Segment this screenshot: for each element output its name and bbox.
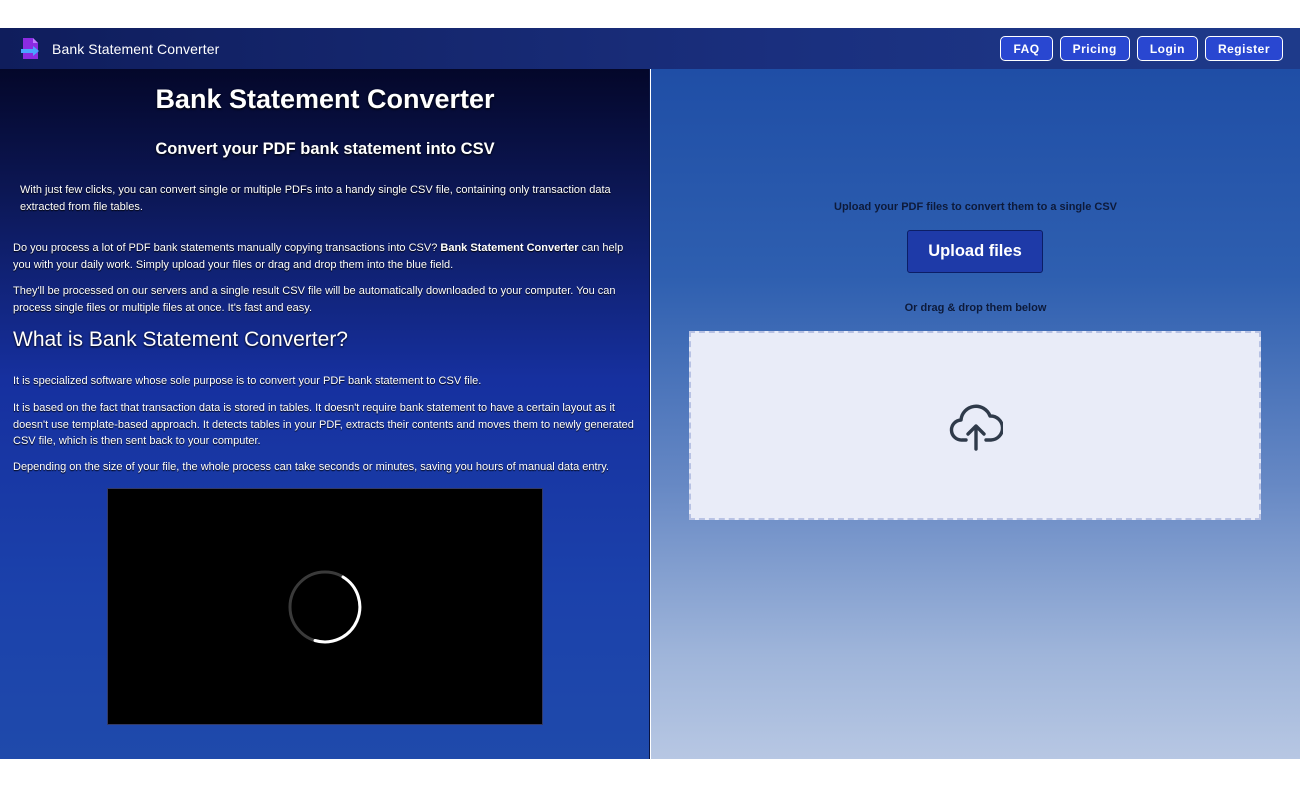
paragraph-duration: Depending on the size of your file, the …: [13, 461, 609, 473]
page-subtitle: Convert your PDF bank statement into CSV: [155, 140, 495, 158]
cloud-upload-icon: [949, 400, 1005, 454]
login-button[interactable]: Login: [1136, 36, 1198, 61]
register-button[interactable]: Register: [1204, 36, 1283, 61]
video-player[interactable]: [107, 488, 543, 725]
upload-caption: Upload your PDF files to convert them to…: [834, 201, 1117, 213]
page-title: Bank Statement Converter: [155, 84, 495, 114]
section-heading-what-is: What is Bank Statement Converter?: [13, 328, 348, 351]
faq-button[interactable]: FAQ: [1000, 36, 1053, 61]
upload-files-button[interactable]: Upload files: [907, 230, 1043, 273]
drag-drop-caption: Or drag & drop them below: [904, 302, 1047, 314]
paragraph-specialized: It is specialized software whose sole pu…: [13, 375, 482, 387]
document-arrow-icon: [21, 37, 40, 61]
upload-panel: Upload your PDF files to convert them to…: [651, 69, 1300, 759]
loading-spinner-icon: [288, 570, 362, 644]
paragraph-process: Do you process a lot of PDF bank stateme…: [13, 240, 638, 273]
paragraph-tables: It is based on the fact that transaction…: [13, 402, 634, 447]
brand[interactable]: Bank Statement Converter: [21, 37, 219, 61]
page-bottom-margin: [0, 759, 1300, 788]
brand-title: Bank Statement Converter: [52, 40, 220, 57]
top-navbar: Bank Statement Converter FAQ Pricing Log…: [0, 28, 1300, 69]
nav-buttons: FAQ Pricing Login Register: [1000, 36, 1283, 61]
paragraph-servers: They'll be processed on our servers and …: [13, 285, 616, 314]
pricing-button[interactable]: Pricing: [1059, 36, 1130, 61]
info-panel: Bank Statement Converter Convert your PD…: [0, 69, 650, 759]
paragraph-process-start: Do you process a lot of PDF bank stateme…: [13, 242, 441, 254]
intro-text: With just few clicks, you can convert si…: [20, 184, 611, 213]
paragraph-process-brand: Bank Statement Converter: [440, 242, 579, 254]
file-dropzone[interactable]: [689, 331, 1261, 520]
app-frame: Bank Statement Converter FAQ Pricing Log…: [0, 28, 1300, 759]
